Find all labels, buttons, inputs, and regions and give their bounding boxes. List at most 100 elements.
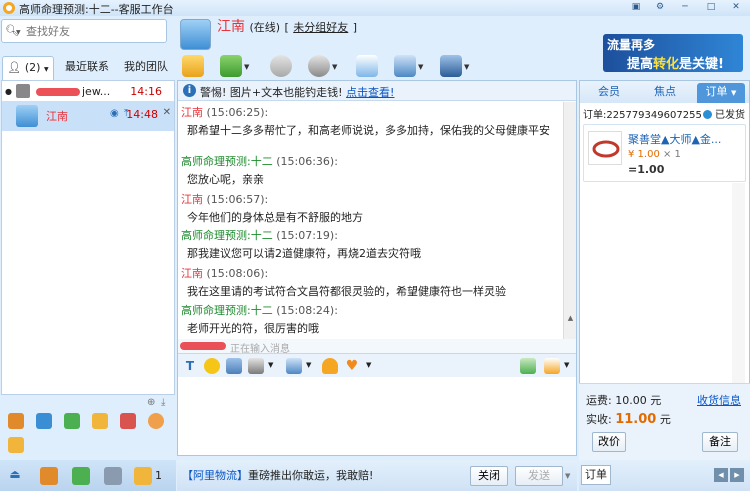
font-icon[interactable]: T bbox=[182, 358, 198, 374]
group-link[interactable]: 未分组好友 bbox=[293, 21, 348, 34]
chevron-down-icon[interactable]: ▼ bbox=[418, 63, 423, 71]
tab-member[interactable]: 会员 bbox=[584, 83, 634, 103]
close-button[interactable]: 关闭 bbox=[470, 466, 508, 486]
monitor-icon[interactable] bbox=[394, 55, 416, 77]
close-icon[interactable]: ✕ bbox=[163, 107, 171, 118]
gift-icon[interactable] bbox=[64, 413, 80, 429]
quantity: × 1 bbox=[663, 149, 681, 160]
shop-icon[interactable] bbox=[120, 413, 136, 429]
notice[interactable]: 【阿里物流】重磅推出你敢运，我敢赔! bbox=[182, 467, 373, 483]
share-icon[interactable] bbox=[220, 55, 242, 77]
screenshot-icon[interactable] bbox=[356, 55, 378, 77]
peanut-icon[interactable] bbox=[148, 413, 164, 429]
chevron-down-icon[interactable]: ▼ bbox=[464, 63, 469, 71]
message-sender: 高师命理预测:十二 bbox=[181, 229, 273, 242]
chat-scrollbar[interactable]: ▲ ▼ bbox=[563, 102, 576, 352]
add-icon[interactable]: ⊕ bbox=[147, 397, 155, 408]
left-bottom-bar: ⏏ 1 bbox=[0, 460, 176, 491]
tab-recent[interactable]: 最近联系 bbox=[58, 56, 116, 80]
right-scrollbar[interactable] bbox=[732, 183, 745, 383]
item-total: =1.00 bbox=[628, 163, 665, 176]
price-value: ¥ 1.00 bbox=[628, 149, 660, 160]
contact-item[interactable]: ● jew... 14:16 bbox=[2, 83, 174, 101]
product-thumbnail[interactable] bbox=[588, 131, 622, 165]
remark-button[interactable]: 备注 bbox=[702, 432, 738, 452]
product-name[interactable]: 聚善堂▲大师▲金... bbox=[628, 131, 721, 147]
message-text: 我在这里请的考试符合文昌符都很灵验的，希望健康符也一样灵验 bbox=[187, 285, 506, 298]
phone-icon[interactable] bbox=[72, 467, 90, 485]
store-icon[interactable] bbox=[40, 467, 58, 485]
police-icon[interactable] bbox=[440, 55, 462, 77]
chevron-down-icon[interactable]: ▼ bbox=[564, 361, 569, 369]
chevron-down-icon: ▼ bbox=[43, 66, 49, 73]
chat-header-name: 江南 (在线) [ 未分组好友 ] bbox=[217, 16, 357, 36]
chevron-down-icon[interactable]: ▼ bbox=[244, 63, 249, 71]
scroll-up-icon[interactable]: ▲ bbox=[565, 314, 576, 325]
scissors-icon[interactable] bbox=[248, 358, 264, 374]
maximize-icon[interactable]: □ bbox=[703, 1, 719, 14]
close-icon[interactable]: ✕ bbox=[728, 1, 744, 14]
chevron-down-icon[interactable]: ▼ bbox=[366, 361, 371, 369]
mail-icon[interactable] bbox=[8, 437, 24, 453]
chevron-down-icon[interactable]: ▼ bbox=[16, 29, 21, 36]
download-icon[interactable]: ⤓ bbox=[161, 397, 165, 408]
message-input[interactable] bbox=[178, 377, 576, 455]
contact-item-selected[interactable]: 江南 ◉ ⤒ 14:48 ✕ bbox=[2, 101, 174, 131]
translate-icon[interactable] bbox=[36, 413, 52, 429]
heart-icon[interactable]: ♥ bbox=[344, 358, 360, 374]
settings-icon[interactable]: ⚙ bbox=[652, 1, 668, 14]
plugin-tools: ⊕ ⤓ bbox=[0, 395, 176, 460]
tab-order-bottom[interactable]: 订单 bbox=[581, 465, 611, 485]
message-time: (15:07:19): bbox=[276, 229, 338, 242]
tab-contacts[interactable]: 👤︎ (2) ▼ bbox=[2, 56, 54, 80]
contact-avatar[interactable] bbox=[180, 19, 211, 50]
message-sender: 高师命理预测:十二 bbox=[181, 304, 273, 317]
send-button[interactable]: 发送 bbox=[515, 466, 563, 486]
bell-icon[interactable] bbox=[322, 358, 338, 374]
change-price-button[interactable]: 改价 bbox=[592, 432, 626, 452]
chevron-down-icon[interactable]: ▼ bbox=[268, 361, 273, 369]
message: 江南 (15:08:06): 我在这里请的考试符合文昌符都很灵验的，希望健康符也… bbox=[181, 265, 561, 299]
paid-label: 实收: bbox=[586, 413, 612, 426]
records-icon[interactable] bbox=[544, 358, 560, 374]
transfer-icon[interactable] bbox=[182, 55, 204, 77]
tab-order-label: 订单 bbox=[705, 85, 728, 98]
message: 江南 (15:06:25): 那希望十二多多帮忙了，和高老师说说，多多加持，保佑… bbox=[181, 104, 561, 138]
emoji-icon[interactable] bbox=[204, 358, 220, 374]
image-icon[interactable] bbox=[226, 358, 242, 374]
warning-link[interactable]: 点击查看! bbox=[346, 86, 394, 99]
chevron-down-icon[interactable]: ▼ bbox=[565, 472, 570, 480]
tab-order[interactable]: 订单 ▼ bbox=[697, 83, 745, 103]
order-item: 聚善堂▲大师▲金... ¥ 1.00 × 1 =1.00 bbox=[583, 124, 746, 182]
contact-list: ● jew... 14:16 江南 ◉ ⤒ 14:48 ✕ bbox=[1, 80, 175, 395]
shipping-label: 运费: bbox=[586, 394, 612, 407]
message-text: 老师开光的符，很厉害的哦 bbox=[187, 322, 319, 335]
address-info-link[interactable]: 收货信息 bbox=[697, 392, 741, 408]
quick-phrase-icon[interactable] bbox=[286, 358, 302, 374]
prev-icon[interactable]: ◀ bbox=[714, 468, 728, 482]
camera-icon[interactable] bbox=[308, 55, 330, 77]
next-icon[interactable]: ▶ bbox=[730, 468, 744, 482]
right-tabs: 会员 焦点 订单 ▼ bbox=[580, 81, 749, 103]
chevron-down-icon[interactable]: ▼ bbox=[332, 63, 337, 71]
eject-icon[interactable]: ⏏ bbox=[6, 467, 24, 485]
tab-focus[interactable]: 焦点 bbox=[640, 83, 690, 103]
chevron-down-icon[interactable]: ▼ bbox=[306, 361, 311, 369]
user-icon[interactable] bbox=[8, 413, 24, 429]
microphone-icon[interactable] bbox=[270, 55, 292, 77]
warning-bar: i 警惕! 图片+文本也能钓走钱! 点击查看! bbox=[178, 81, 576, 101]
order-number[interactable]: 订单:225779349607255 bbox=[583, 106, 702, 121]
box-icon[interactable] bbox=[92, 413, 108, 429]
chat-toolbar: ▼ ▼ ▼ ▼ bbox=[180, 53, 580, 79]
message-box-icon[interactable] bbox=[134, 467, 152, 485]
calculator-icon[interactable] bbox=[104, 467, 122, 485]
search-input[interactable] bbox=[26, 23, 162, 39]
minimize-icon[interactable]: ─ bbox=[677, 1, 693, 14]
friend-search[interactable]: 🔍︎ ▼ bbox=[1, 19, 167, 43]
order-summary: 运费: 10.00 元 收货信息 实收: 11.00 元 改价 备注 bbox=[579, 383, 750, 460]
skin-icon[interactable]: ▣ bbox=[628, 1, 644, 14]
history-icon[interactable] bbox=[520, 358, 536, 374]
ad-banner[interactable]: 流量再多 提高转化是关键! bbox=[603, 34, 743, 72]
ad-text: 是关键! bbox=[679, 57, 724, 72]
tab-team[interactable]: 我的团队 bbox=[118, 56, 174, 80]
